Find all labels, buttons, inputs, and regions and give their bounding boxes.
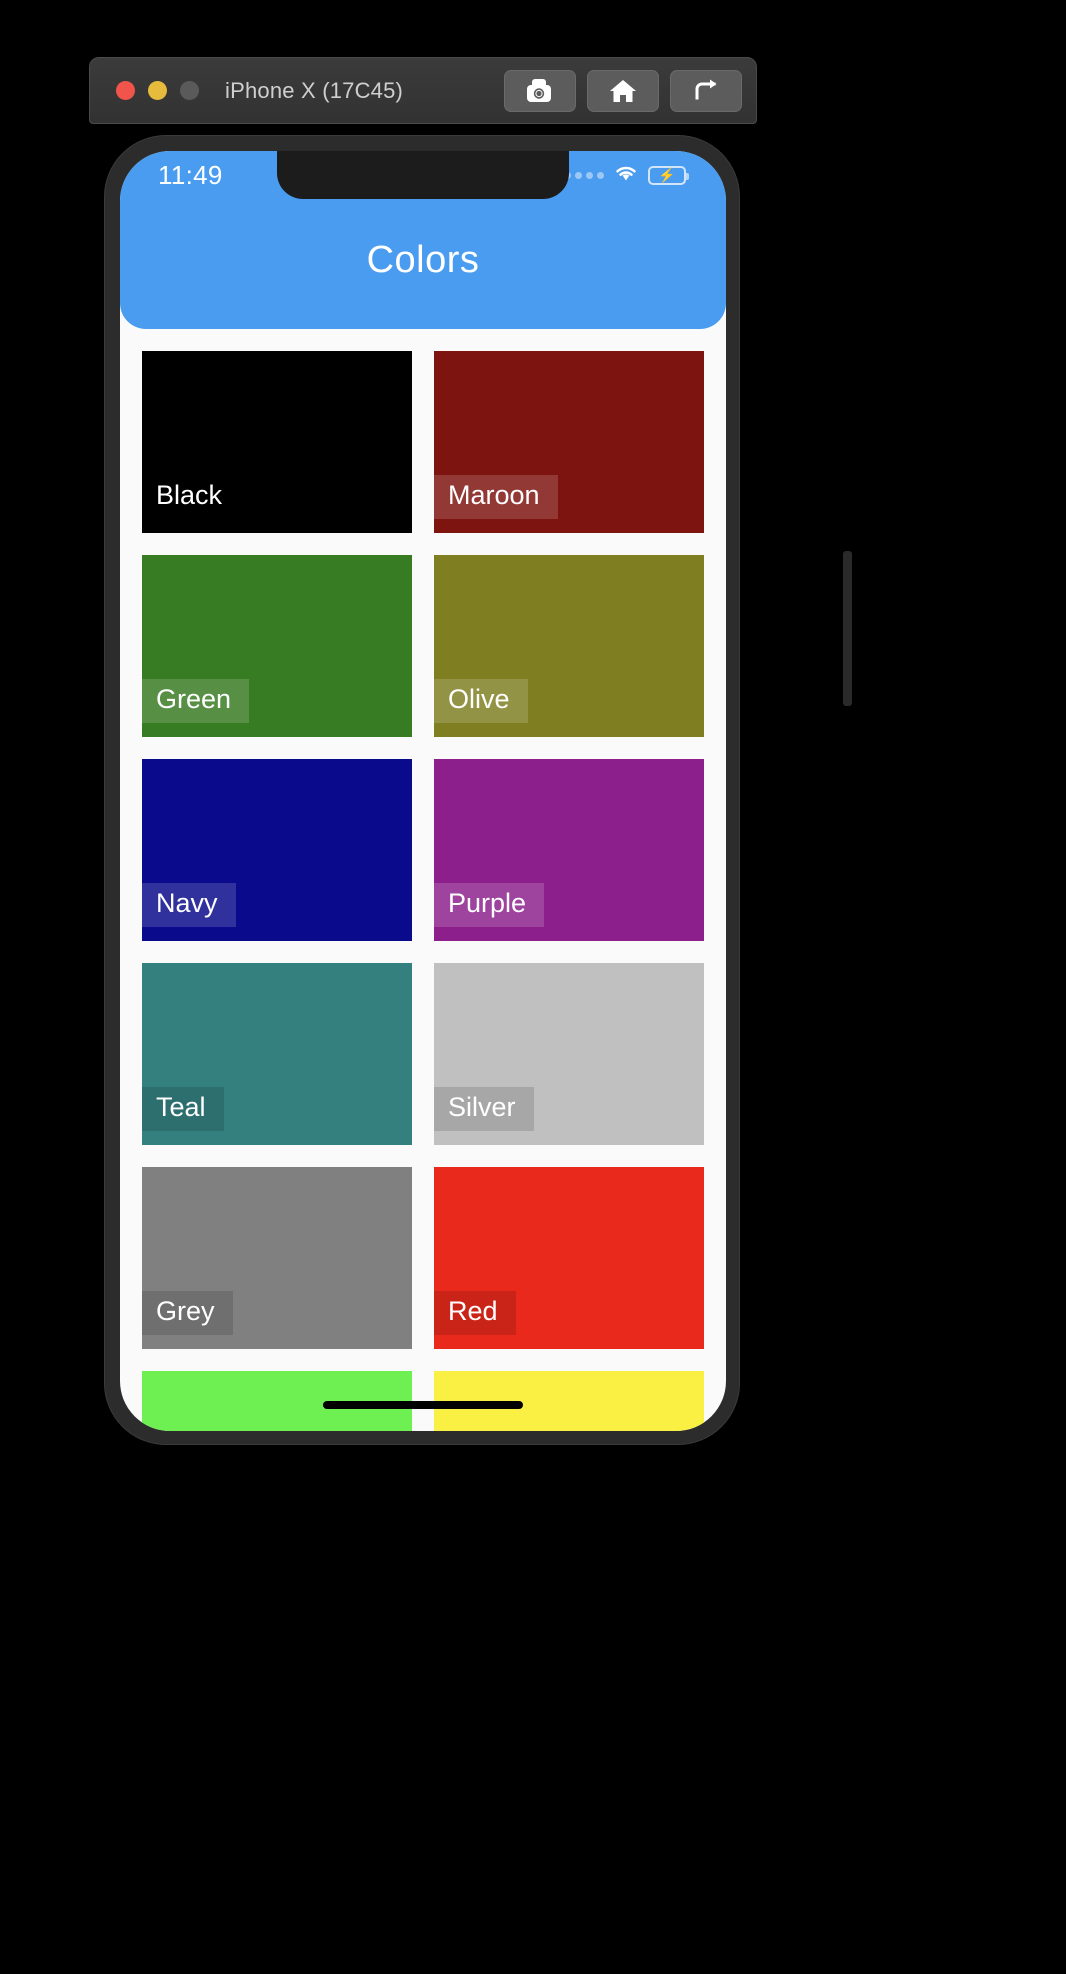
page-title: Colors — [366, 239, 480, 281]
status-bar-indicators: ⚡ — [564, 163, 689, 187]
color-tile-label: Red — [434, 1291, 516, 1335]
battery-charging-icon: ⚡ — [648, 165, 689, 185]
camera-icon — [525, 78, 555, 104]
color-tile[interactable]: Maroon — [434, 351, 704, 533]
home-indicator[interactable] — [323, 1401, 523, 1409]
signal-strength-icon — [564, 171, 604, 179]
simulator-window-titlebar: iPhone X (17C45) — [89, 57, 757, 124]
home-icon — [608, 78, 638, 104]
color-tile[interactable]: Grey — [142, 1167, 412, 1349]
simulator-toolbar — [504, 69, 742, 112]
color-tile[interactable]: Navy — [142, 759, 412, 941]
close-window-button[interactable] — [116, 81, 135, 100]
color-tile[interactable]: Olive — [434, 555, 704, 737]
traffic-light-group — [116, 81, 199, 100]
device-notch — [277, 151, 569, 199]
color-tile[interactable]: Purple — [434, 759, 704, 941]
iphone-device-frame: 11:49 ⚡ Colors Black Maroon Green Olive … — [104, 135, 852, 1445]
app-header: 11:49 ⚡ Colors — [120, 151, 726, 329]
color-tile-label: Purple — [434, 883, 545, 927]
color-tile-label: Teal — [142, 1087, 224, 1131]
color-tile-label: Green — [142, 679, 250, 723]
color-tile-label: Grey — [142, 1291, 233, 1335]
color-tile[interactable]: Silver — [434, 963, 704, 1145]
status-bar-time: 11:49 — [158, 159, 223, 190]
color-tile[interactable]: Black — [142, 351, 412, 533]
rotate-button[interactable] — [670, 69, 742, 112]
app-screen: 11:49 ⚡ Colors Black Maroon Green Olive … — [120, 151, 726, 1431]
minimize-window-button[interactable] — [148, 81, 167, 100]
color-tile-label: Black — [156, 480, 223, 511]
wifi-icon — [613, 163, 639, 187]
home-button[interactable] — [587, 69, 659, 112]
screenshot-root: iPhone X (17C45) 11:49 ⚡ Colors Black Ma… — [0, 0, 1066, 1974]
color-tile-label: Maroon — [434, 475, 558, 519]
device-screen-bezel: 11:49 ⚡ Colors Black Maroon Green Olive … — [120, 151, 726, 1431]
color-grid: Black Maroon Green Olive Navy Purple Teal Silve… — [120, 329, 726, 1431]
color-tile[interactable]: Green — [142, 555, 412, 737]
color-tile-label: Olive — [434, 679, 528, 723]
screenshot-button[interactable] — [504, 69, 576, 112]
window-title: iPhone X (17C45) — [225, 77, 404, 103]
color-tile[interactable]: Red — [434, 1167, 704, 1349]
power-button[interactable] — [843, 551, 852, 706]
zoom-window-button[interactable] — [180, 81, 199, 100]
color-tile[interactable]: Teal — [142, 963, 412, 1145]
rotate-icon — [691, 78, 721, 104]
color-tile-label: Navy — [142, 883, 236, 927]
color-tile-label: Silver — [434, 1087, 534, 1131]
